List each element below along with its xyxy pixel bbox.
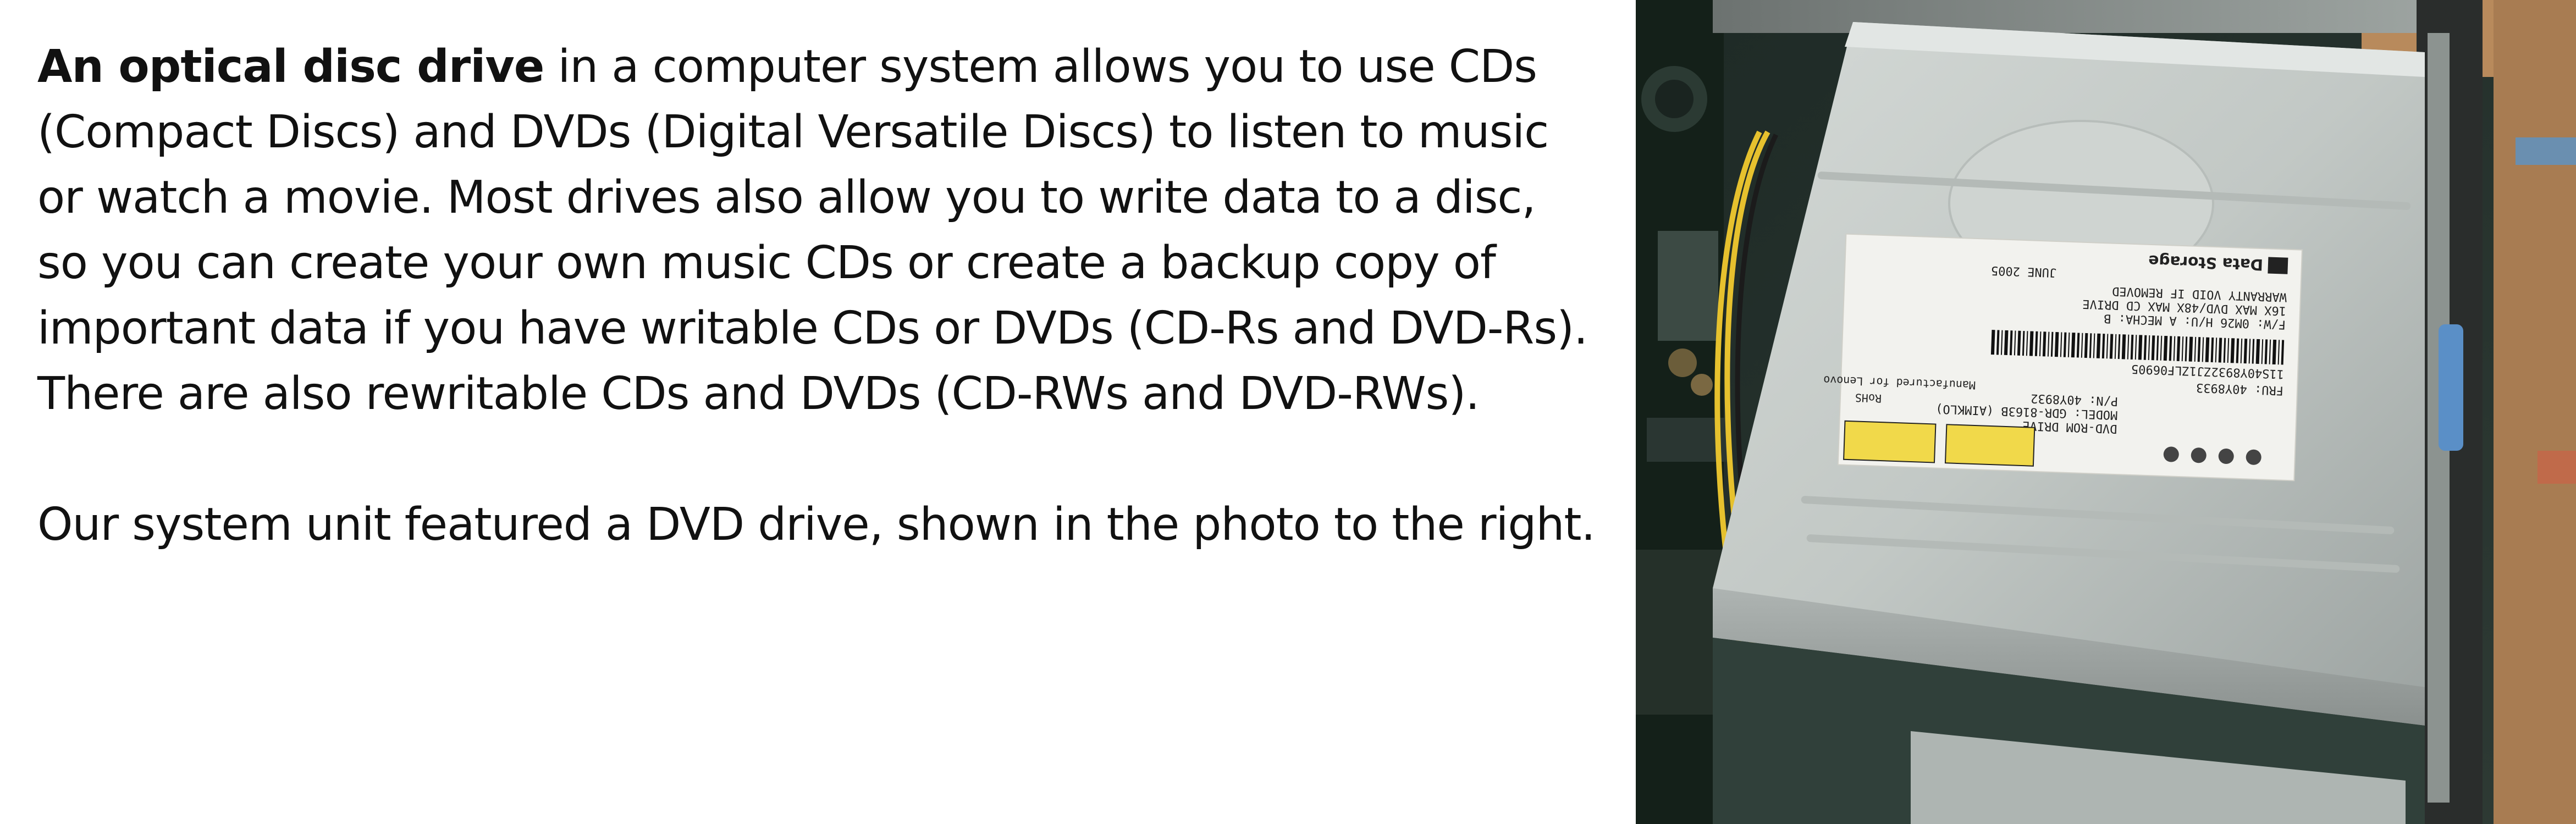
rohs-label: RoHS: [1855, 391, 1882, 405]
paragraph-intro: An optical disc drive in a computer syst…: [37, 34, 1599, 427]
slide: An optical disc drive in a computer syst…: [0, 0, 2576, 824]
date-label: JUNE 2005: [1991, 263, 2057, 279]
bold-lead: An optical disc drive: [37, 41, 544, 93]
intro-body: in a computer system allows you to use C…: [37, 41, 1588, 420]
text-panel: An optical disc drive in a computer syst…: [37, 34, 1599, 557]
paragraph-dvd-drive: Our system unit featured a DVD drive, sh…: [37, 499, 1596, 551]
dvd-drive-photo: Data Storage WARRANTY VOID IF REMOVED 16…: [1636, 0, 2576, 824]
